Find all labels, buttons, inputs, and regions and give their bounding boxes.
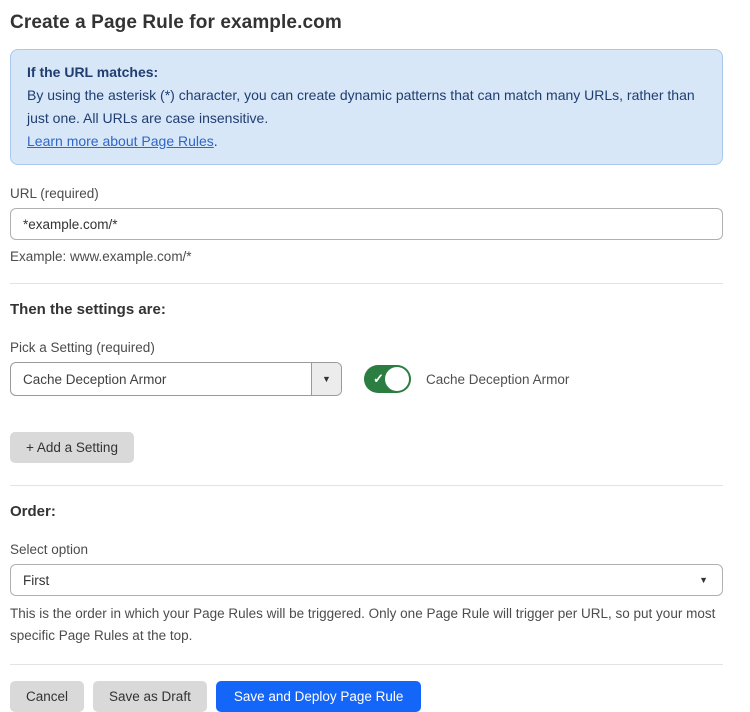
- url-field-label: URL (required): [10, 186, 723, 201]
- setting-toggle[interactable]: ✓: [364, 365, 411, 393]
- toggle-label: Cache Deception Armor: [426, 372, 569, 387]
- order-select-value: First: [23, 573, 49, 588]
- url-field-helper: Example: www.example.com/*: [10, 247, 723, 266]
- divider: [10, 283, 723, 284]
- toggle-knob: [385, 367, 409, 391]
- cancel-button[interactable]: Cancel: [10, 681, 84, 712]
- info-box-link-line: Learn more about Page Rules.: [27, 130, 706, 153]
- page-title: Create a Page Rule for example.com: [10, 12, 723, 34]
- learn-more-link[interactable]: Learn more about Page Rules: [27, 133, 214, 149]
- settings-section-heading: Then the settings are:: [10, 301, 723, 318]
- order-select[interactable]: First ▼: [10, 564, 723, 596]
- info-box-heading: If the URL matches:: [27, 61, 706, 84]
- footer-actions: Cancel Save as Draft Save and Deploy Pag…: [10, 681, 723, 712]
- order-select-label: Select option: [10, 542, 723, 557]
- pick-setting-label: Pick a Setting (required): [10, 340, 723, 355]
- chevron-down-icon: ▼: [699, 576, 708, 585]
- divider: [10, 664, 723, 665]
- add-setting-button[interactable]: + Add a Setting: [10, 432, 134, 463]
- setting-select[interactable]: Cache Deception Armor ▼: [10, 362, 342, 396]
- setting-select-value: Cache Deception Armor: [11, 363, 311, 395]
- chevron-down-icon: ▼: [322, 375, 331, 384]
- url-input[interactable]: [10, 208, 723, 240]
- save-as-draft-button[interactable]: Save as Draft: [93, 681, 207, 712]
- setting-select-arrow-button[interactable]: ▼: [311, 363, 341, 395]
- create-page-rule-panel: Create a Page Rule for example.com If th…: [0, 0, 750, 712]
- order-section-heading: Order:: [10, 503, 723, 520]
- divider: [10, 485, 723, 486]
- setting-row: Cache Deception Armor ▼ ✓ Cache Deceptio…: [10, 362, 723, 396]
- checkmark-icon: ✓: [373, 371, 384, 387]
- link-suffix: .: [214, 133, 218, 149]
- info-box-body: By using the asterisk (*) character, you…: [27, 84, 706, 130]
- url-match-info-box: If the URL matches: By using the asteris…: [10, 49, 723, 165]
- save-and-deploy-button[interactable]: Save and Deploy Page Rule: [216, 681, 422, 712]
- order-helper-text: This is the order in which your Page Rul…: [10, 603, 723, 647]
